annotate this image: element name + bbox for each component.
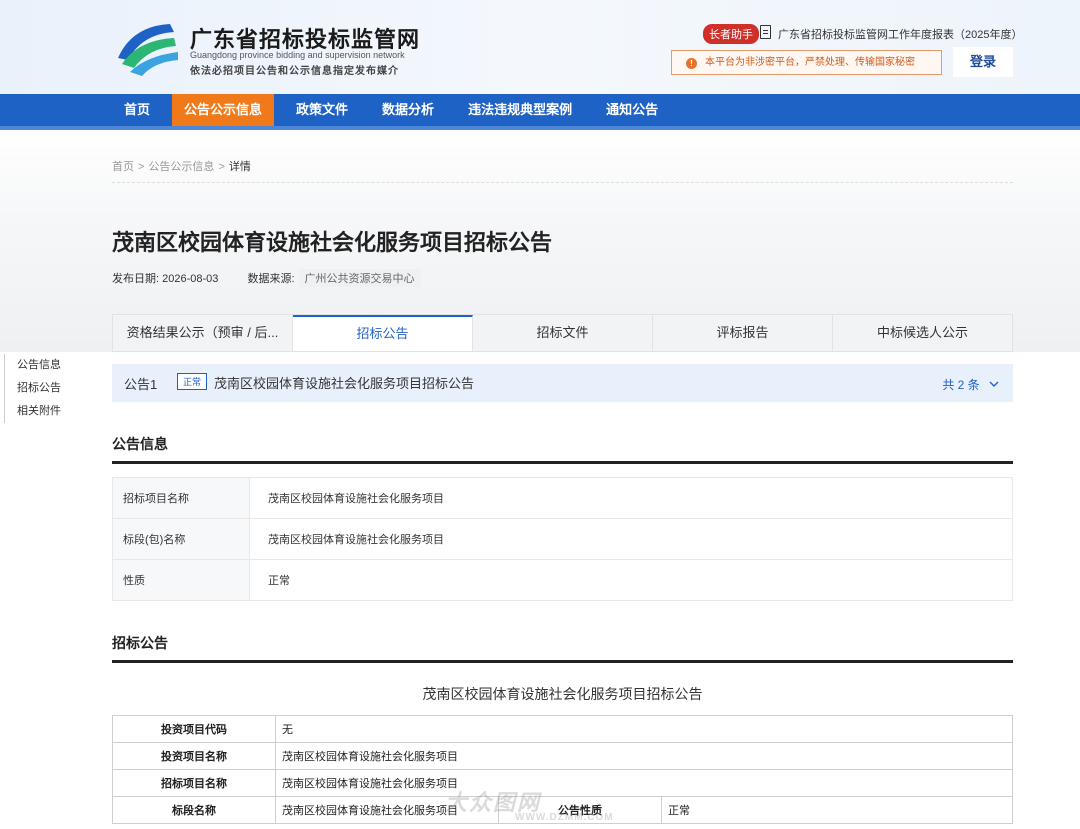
tab-bid-document[interactable]: 招标文件 bbox=[473, 315, 653, 351]
security-notice: ! 本平台为非涉密平台，严禁处理、传输国家秘密 bbox=[671, 50, 942, 75]
detail-tabs: 资格结果公示（预审 / 后... 招标公告 招标文件 评标报告 中标候选人公示 bbox=[112, 314, 1013, 352]
table-cell-key: 投资项目名称 bbox=[112, 742, 276, 770]
table-row: 投资项目代码 无 bbox=[112, 715, 1013, 743]
source-value: 广州公共资源交易中心 bbox=[298, 269, 421, 287]
tab-bid-announcement[interactable]: 招标公告 bbox=[293, 315, 473, 351]
publish-date: 2026-08-03 bbox=[162, 273, 219, 285]
page-title: 茂南区校园体育设施社会化服务项目招标公告 bbox=[112, 230, 553, 255]
breadcrumb: 首页 > 公告公示信息 > 详情 bbox=[112, 158, 1013, 183]
section-title-bid: 招标公告 bbox=[112, 633, 1013, 663]
document-icon bbox=[760, 25, 771, 39]
table-cell-value: 正常 bbox=[249, 559, 1013, 601]
table-cell-value: 无 bbox=[275, 715, 1013, 743]
date-label: 发布日期: bbox=[112, 273, 160, 285]
section-title-info: 公告信息 bbox=[112, 434, 1013, 464]
table-cell-value: 茂南区校园体育设施社会化服务项目 bbox=[275, 742, 1013, 770]
watermark: 大众图网 WWW.DZMM.COM bbox=[445, 785, 645, 825]
table-cell-key: 招标项目名称 bbox=[112, 477, 250, 519]
source-label: 数据来源: bbox=[247, 273, 295, 285]
announcement-count: 共 2 条 bbox=[942, 378, 980, 392]
breadcrumb-home[interactable]: 首页 bbox=[112, 161, 134, 173]
breadcrumb-parent[interactable]: 公告公示信息 bbox=[148, 161, 214, 173]
breadcrumb-separator: > bbox=[138, 161, 145, 173]
watermark-url: WWW.DZMM.COM bbox=[515, 812, 614, 823]
table-cell-key: 招标项目名称 bbox=[112, 769, 276, 797]
login-button[interactable]: 登录 bbox=[953, 47, 1013, 77]
nav-item-notices[interactable]: 通知公告 bbox=[594, 94, 670, 126]
nav-item-data-analysis[interactable]: 数据分析 bbox=[370, 94, 446, 126]
document-title: 茂南区校园体育设施社会化服务项目招标公告 bbox=[422, 686, 703, 702]
tab-evaluation-report[interactable]: 评标报告 bbox=[653, 315, 833, 351]
table-row: 投资项目名称 茂南区校园体育设施社会化服务项目 bbox=[112, 742, 1013, 770]
announcement-count-dropdown[interactable]: 共 2 条 bbox=[942, 376, 999, 393]
nav-item-violation-cases[interactable]: 违法违规典型案例 bbox=[456, 94, 584, 126]
breadcrumb-current: 详情 bbox=[228, 161, 251, 173]
info-table: 招标项目名称 茂南区校园体育设施社会化服务项目 标段(包)名称 茂南区校园体育设… bbox=[112, 477, 1013, 601]
table-cell-key: 投资项目代码 bbox=[112, 715, 276, 743]
site-subtitle: 依法必招项目公告和公示信息指定发布媒介 bbox=[190, 66, 399, 77]
annual-report-link[interactable]: 广东省招标投标监管网工作年度报表（2025年度） bbox=[778, 26, 1022, 42]
side-anchor-nav: 公告信息 招标公告 相关附件 bbox=[4, 354, 61, 423]
announcement-label: 公告1 bbox=[124, 377, 158, 392]
table-row: 性质 正常 bbox=[112, 559, 1013, 601]
warning-icon: ! bbox=[686, 58, 697, 69]
nav-item-home[interactable]: 首页 bbox=[112, 94, 162, 126]
elder-assistant-button[interactable]: 长者助手 bbox=[703, 24, 759, 44]
nav-item-policy[interactable]: 政策文件 bbox=[284, 94, 360, 126]
side-nav-item-bid[interactable]: 招标公告 bbox=[17, 377, 61, 400]
table-cell-key: 标段(包)名称 bbox=[112, 518, 250, 560]
table-cell-key: 标段名称 bbox=[112, 796, 276, 824]
table-cell-value: 茂南区校园体育设施社会化服务项目 bbox=[249, 518, 1013, 560]
nav-item-announcements[interactable]: 公告公示信息 bbox=[172, 94, 275, 126]
table-row: 招标项目名称 茂南区校园体育设施社会化服务项目 bbox=[112, 477, 1013, 519]
announcement-selector[interactable]: 公告1 正常 茂南区校园体育设施社会化服务项目招标公告 共 2 条 bbox=[112, 364, 1013, 402]
page-meta: 发布日期: 2026-08-03 数据来源: 广州公共资源交易中心 bbox=[112, 269, 421, 287]
table-row: 标段(包)名称 茂南区校园体育设施社会化服务项目 bbox=[112, 518, 1013, 560]
tab-winning-candidates[interactable]: 中标候选人公示 bbox=[833, 315, 1012, 351]
site-title-en: Guangdong province bidding and supervisi… bbox=[190, 50, 405, 60]
site-header: 广东省招标投标监管网 Guangdong province bidding an… bbox=[0, 0, 1080, 94]
breadcrumb-separator: > bbox=[218, 161, 225, 173]
side-nav-item-attachments[interactable]: 相关附件 bbox=[17, 400, 61, 423]
main-nav: 首页 公告公示信息 政策文件 数据分析 违法违规典型案例 通知公告 bbox=[0, 94, 1080, 130]
announcement-name: 茂南区校园体育设施社会化服务项目招标公告 bbox=[214, 376, 475, 391]
side-nav-item-info[interactable]: 公告信息 bbox=[17, 354, 61, 377]
table-cell-value: 正常 bbox=[661, 796, 1013, 824]
status-badge: 正常 bbox=[177, 373, 208, 390]
tab-qualification-result[interactable]: 资格结果公示（预审 / 后... bbox=[113, 315, 293, 351]
table-cell-value: 茂南区校园体育设施社会化服务项目 bbox=[249, 477, 1013, 519]
table-cell-key: 性质 bbox=[112, 559, 250, 601]
security-notice-text: 本平台为非涉密平台，严禁处理、传输国家秘密 bbox=[705, 57, 915, 68]
chevron-down-icon bbox=[989, 381, 999, 387]
site-logo-icon[interactable] bbox=[112, 18, 182, 76]
